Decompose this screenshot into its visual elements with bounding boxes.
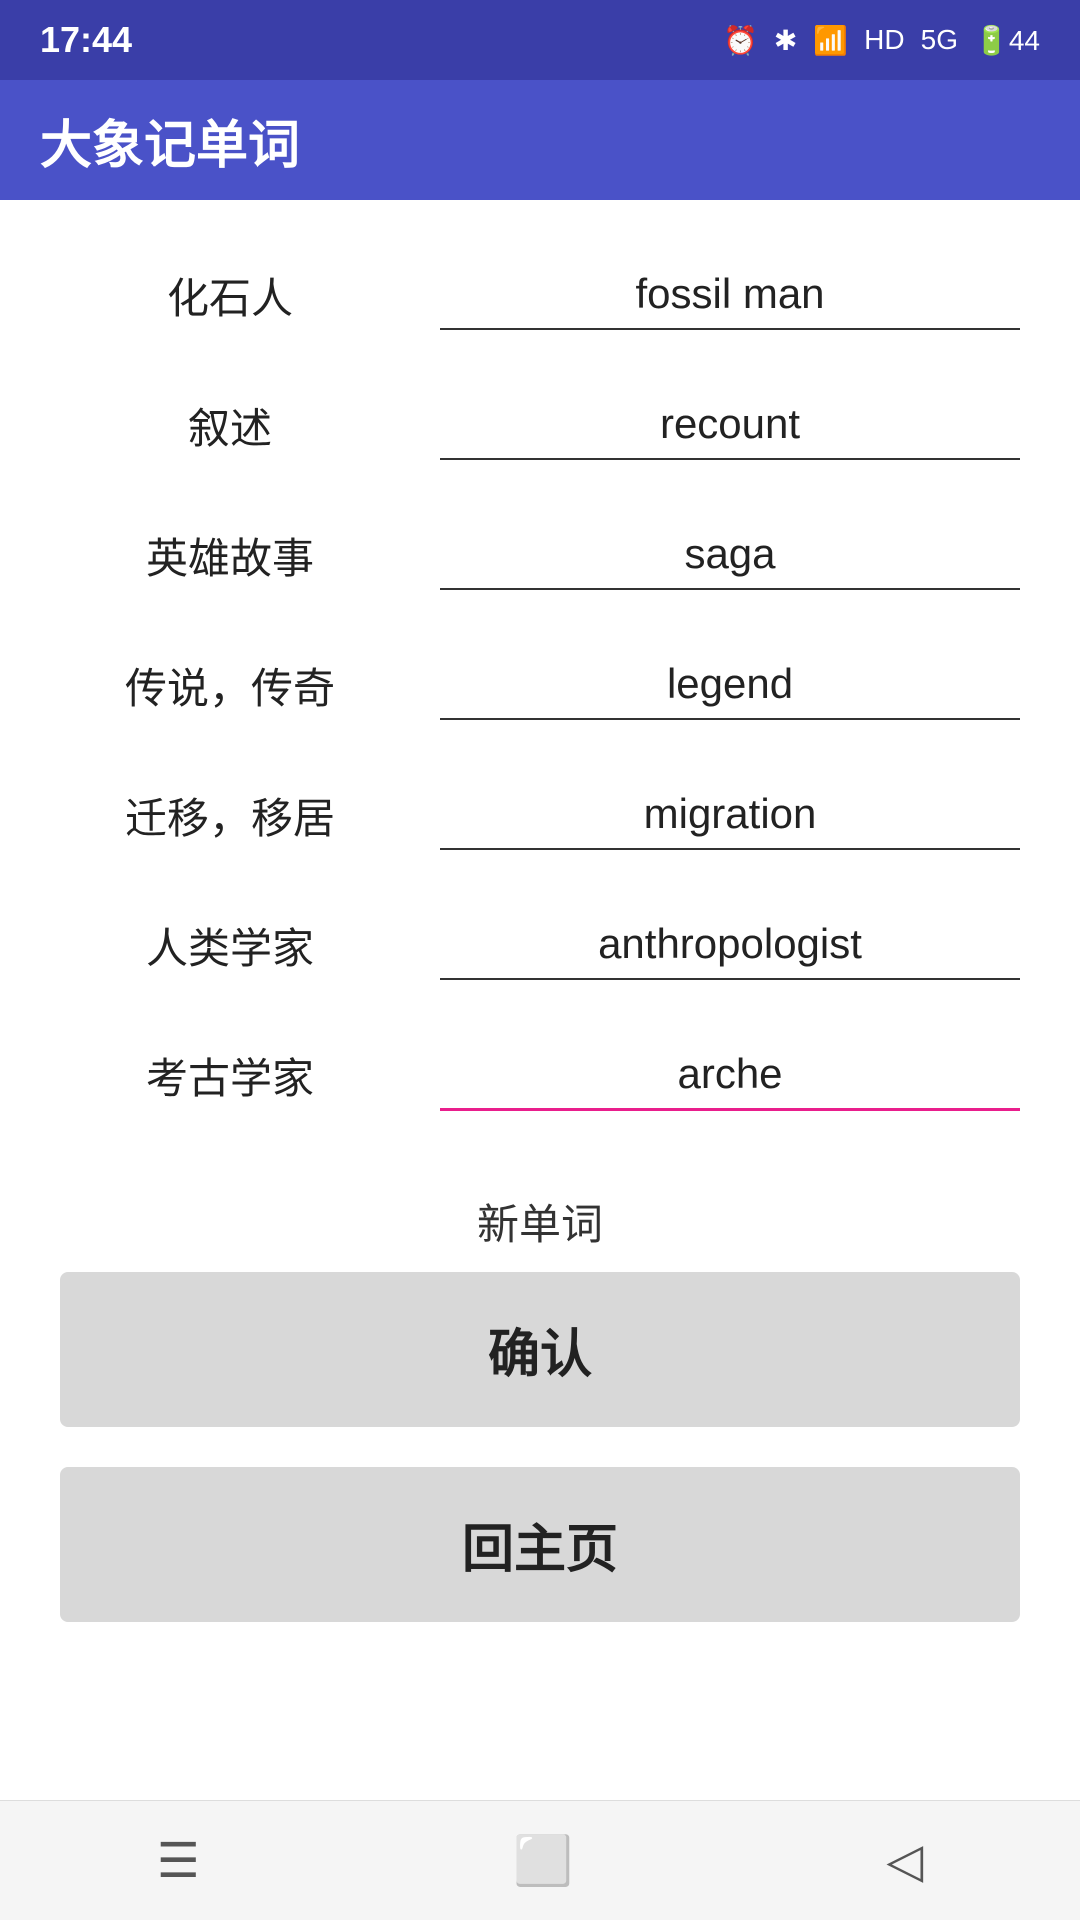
home-nav-icon[interactable]: ⬜ xyxy=(513,1832,573,1889)
new-word-section: 新单词 确认 回主页 xyxy=(60,1191,1020,1622)
chinese-label: 考古学家 xyxy=(60,1045,400,1106)
hd-icon: HD xyxy=(864,24,904,56)
status-time: 17:44 xyxy=(40,19,132,61)
chinese-label: 人类学家 xyxy=(60,915,400,976)
english-input[interactable] xyxy=(440,650,1020,720)
word-row: 迁移，移居 xyxy=(60,760,1020,870)
battery-icon: 🔋44 xyxy=(974,24,1040,57)
word-row: 化石人 xyxy=(60,240,1020,350)
back-icon[interactable]: ◁ xyxy=(886,1833,923,1889)
chinese-label: 传说，传奇 xyxy=(60,655,400,716)
english-input[interactable] xyxy=(440,390,1020,460)
content: 化石人叙述英雄故事传说，传奇迁移，移居人类学家考古学家 新单词 确认 回主页 xyxy=(0,200,1080,1800)
home-button[interactable]: 回主页 xyxy=(60,1467,1020,1622)
status-bar: 17:44 ⏰ ✱ 📶 HD 5G 🔋44 xyxy=(0,0,1080,80)
word-row: 叙述 xyxy=(60,370,1020,480)
english-input[interactable] xyxy=(440,780,1020,850)
new-word-label: 新单词 xyxy=(60,1191,1020,1252)
chinese-label: 英雄故事 xyxy=(60,525,400,586)
nav-bar: ☰ ⬜ ◁ xyxy=(0,1800,1080,1920)
english-input[interactable] xyxy=(440,910,1020,980)
word-row: 人类学家 xyxy=(60,890,1020,1000)
chinese-label: 化石人 xyxy=(60,265,400,326)
signal-icon: 5G xyxy=(921,24,958,56)
alarm-icon: ⏰ xyxy=(723,24,758,57)
chinese-label: 迁移，移居 xyxy=(60,785,400,846)
word-list: 化石人叙述英雄故事传说，传奇迁移，移居人类学家考古学家 xyxy=(60,240,1020,1131)
bluetooth-icon: ✱ xyxy=(774,24,797,57)
english-input[interactable] xyxy=(440,520,1020,590)
app-bar: 大象记单词 xyxy=(0,80,1080,200)
english-input[interactable] xyxy=(440,260,1020,330)
word-row: 考古学家 xyxy=(60,1020,1020,1131)
word-row: 英雄故事 xyxy=(60,500,1020,610)
wifi-icon: 📶 xyxy=(813,24,848,57)
status-icons: ⏰ ✱ 📶 HD 5G 🔋44 xyxy=(723,24,1040,57)
english-input[interactable] xyxy=(440,1040,1020,1111)
confirm-button[interactable]: 确认 xyxy=(60,1272,1020,1427)
menu-icon[interactable]: ☰ xyxy=(157,1833,200,1889)
word-row: 传说，传奇 xyxy=(60,630,1020,740)
app-title: 大象记单词 xyxy=(40,103,300,178)
chinese-label: 叙述 xyxy=(60,395,400,456)
